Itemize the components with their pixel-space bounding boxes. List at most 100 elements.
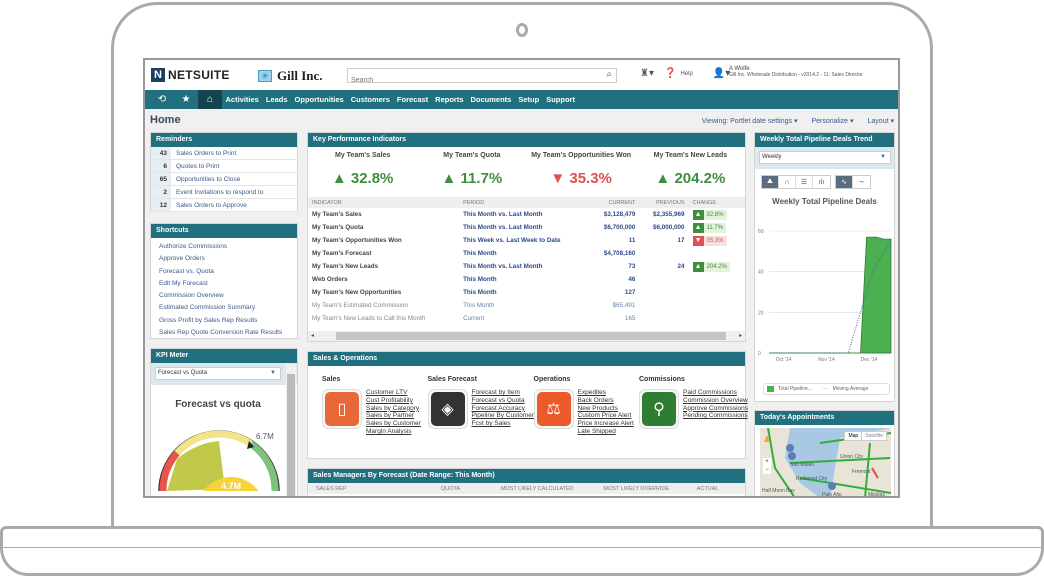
sales-managers-column-header[interactable]: MOST LIKELY CALCULATED [493, 486, 596, 492]
kpi-summary-card[interactable]: My Team's Quota ▲ 11.7% [417, 147, 526, 197]
shortcut-link[interactable]: Sales Rep Quote Conversion Rate Results [159, 327, 289, 339]
kpi-column-header[interactable]: CHANGE [688, 197, 745, 208]
zoom-control[interactable]: + − [763, 458, 771, 474]
kpi-summary-card[interactable]: My Team's Sales ▲ 32.8% [308, 147, 417, 197]
reminder-label[interactable]: Opportunities to Close [171, 176, 240, 183]
netsuite-logo[interactable]: N NETSUITE [151, 68, 230, 82]
nav-customers[interactable]: Customers [347, 95, 393, 104]
scroll-right-icon[interactable]: ▸ [739, 332, 742, 339]
report-link[interactable]: Pipeline By Customer [472, 412, 535, 420]
map-type-map-button[interactable]: Map [845, 432, 863, 440]
legend-moving-average[interactable]: Moving Average [833, 386, 869, 392]
reminder-label[interactable]: Sales Orders to Print [171, 150, 236, 157]
nav-documents[interactable]: Documents [467, 95, 515, 104]
favorites-icon[interactable]: ★ [174, 90, 198, 109]
layout-dropdown[interactable]: Layout ▾ [868, 117, 894, 125]
reminder-label[interactable]: Event Invitations to respond to [171, 189, 263, 196]
shortcut-link[interactable]: Authorize Commissions [159, 241, 289, 253]
sales-managers-column-header[interactable]: QUOTA [433, 486, 493, 492]
shortcut-link[interactable]: Edit My Forecast [159, 278, 289, 290]
viewing-dropdown[interactable]: Viewing: Portlet date settings ▾ [702, 117, 798, 125]
kpi-row[interactable]: My Team's Sales This Month vs. Last Mont… [308, 208, 745, 221]
search-input[interactable] [348, 74, 588, 87]
report-link[interactable]: New Products [578, 405, 634, 413]
sales-managers-column-header[interactable]: SALES REP [308, 486, 433, 492]
report-link[interactable]: Pending Commissions [683, 412, 748, 420]
report-link[interactable]: Sales by Customer [366, 420, 421, 428]
user-avatar-icon[interactable]: 👤▾ [713, 68, 730, 79]
report-link[interactable]: Customer LTV [366, 389, 421, 397]
pegman-icon[interactable]: ♟ [763, 434, 771, 445]
report-link[interactable]: Sales by Category [366, 405, 421, 413]
personalize-dropdown[interactable]: Personalize ▾ [811, 117, 853, 125]
kpi-column-header[interactable]: PREVIOUS [639, 197, 689, 208]
report-link[interactable]: Fcst by Sales [472, 420, 535, 428]
kpi-row[interactable]: My Team's New Leads to Call this Month C… [308, 312, 745, 325]
report-link[interactable]: Late Shipped [578, 428, 634, 436]
nav-forecast[interactable]: Forecast [393, 95, 431, 104]
reminder-label[interactable]: Quotes to Print [171, 163, 219, 170]
home-icon[interactable]: ⌂ [198, 90, 222, 109]
kpi-meter-select[interactable]: Forecast vs Quota ▼ [155, 367, 281, 380]
map-type-satellite-button[interactable]: Satellite [862, 432, 886, 440]
reminder-label[interactable]: Sales Orders to Approve [171, 202, 247, 209]
kpi-row[interactable]: My Team's Opportunities Won This Week vs… [308, 234, 745, 247]
kpi-row[interactable]: My Team's New Leads This Month vs. Last … [308, 260, 745, 273]
scroll-thumb[interactable] [336, 332, 726, 340]
recent-records-icon[interactable]: ♜▾ [640, 68, 654, 79]
report-link[interactable]: Forecast by Item [472, 389, 535, 397]
pipeline-period-select[interactable]: Weekly ▼ [759, 151, 891, 164]
sales-ops-icon-button[interactable]: ⚖ [533, 389, 574, 429]
user-info[interactable]: A Wolfe Gill Inc. Wholesale Distribution… [729, 66, 863, 78]
kpi-column-header[interactable]: INDICATOR [308, 197, 460, 208]
help-link[interactable]: Help [680, 71, 692, 77]
area-series-total-pipeline[interactable] [769, 236, 892, 354]
help-icon[interactable]: ❓ [664, 68, 676, 79]
nav-setup[interactable]: Setup [515, 95, 543, 104]
sales-ops-icon-button[interactable]: ⚲ [639, 389, 679, 429]
search-icon[interactable]: ⌕ [606, 69, 612, 80]
bar-vertical-type-icon[interactable]: ılı [813, 176, 830, 188]
shortcut-link[interactable]: Estimated Commission Summary [159, 302, 289, 314]
smooth-line-type-icon[interactable]: ∿ [836, 176, 853, 188]
report-link[interactable]: Custom Price Alert [578, 412, 634, 420]
sales-ops-icon-button[interactable]: ◈ [427, 389, 468, 429]
kpi-column-header[interactable]: PERIOD [459, 197, 591, 208]
report-link[interactable]: Forecast vs Quota [472, 397, 535, 405]
bell-chart-type-icon[interactable]: ∩ [779, 176, 796, 188]
shortcut-link[interactable]: Forecast vs. Quota [159, 266, 289, 278]
report-link[interactable]: Price Increase Alert [578, 420, 634, 428]
reminder-row[interactable]: 43 Sales Orders to Print [151, 147, 297, 160]
report-link[interactable]: Cust Profitability [366, 397, 421, 405]
nav-reports[interactable]: Reports [432, 95, 467, 104]
line-type-icon[interactable]: ∼ [853, 176, 870, 188]
kpi-row[interactable]: My Team's New Opportunities This Month 1… [308, 286, 745, 299]
kpi-summary-card[interactable]: My Team's Opportunities Won ▼ 35.3% [527, 147, 636, 197]
report-link[interactable]: Approve Commissions [683, 405, 748, 413]
kpi-horizontal-scrollbar[interactable]: ◂ ▸ [308, 331, 745, 341]
nav-leads[interactable]: Leads [262, 95, 291, 104]
kpi-row[interactable]: My Team's Estimated Commission This Mont… [308, 299, 745, 312]
nav-opportunities[interactable]: Opportunities [291, 95, 347, 104]
report-link[interactable]: Forecast Accuracy [472, 405, 535, 413]
sales-managers-column-header[interactable]: ACTUAL [689, 486, 745, 492]
shortcut-link[interactable]: Gross Profit by Sales Rep Results [159, 315, 289, 327]
reminder-row[interactable]: 65 Opportunities to Close [151, 173, 297, 186]
report-link[interactable]: Expedites [578, 389, 634, 397]
sales-managers-column-header[interactable]: MOST LIKELY OVERRIDE [595, 486, 688, 492]
kpi-row[interactable]: My Team's Forecast This Month $4,708,160 [308, 247, 745, 260]
kpi-meter-scrollbar[interactable] [286, 364, 296, 496]
sales-ops-icon-button[interactable]: ▯ [322, 389, 362, 429]
scroll-left-icon[interactable]: ◂ [311, 332, 314, 339]
report-link[interactable]: Sales by Partner [366, 412, 421, 420]
report-link[interactable]: Back Orders [578, 397, 634, 405]
reminder-row[interactable]: 6 Quotes to Print [151, 160, 297, 173]
kpi-column-header[interactable]: CURRENT [590, 197, 640, 208]
appointments-map[interactable]: Union City Fremont San Mateo Redwood Cit… [760, 428, 891, 496]
report-link[interactable]: Paid Commissions [683, 389, 748, 397]
shortcut-link[interactable]: Commission Overview [159, 290, 289, 302]
kpi-summary-card[interactable]: My Team's New Leads ▲ 204.2% [636, 147, 745, 197]
reminder-row[interactable]: 12 Sales Orders to Approve [151, 199, 297, 212]
kpi-row[interactable]: Web Orders This Month 46 [308, 273, 745, 286]
kpi-row[interactable]: My Team's Quota This Month vs. Last Mont… [308, 221, 745, 234]
